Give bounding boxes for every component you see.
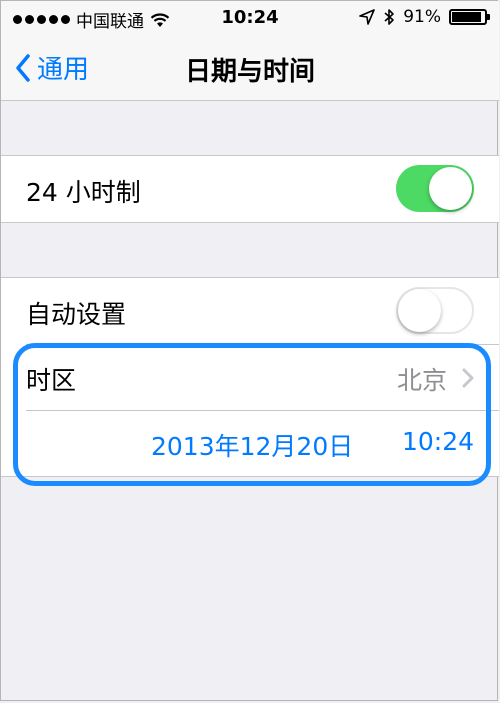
toggle-24hour[interactable] — [396, 165, 474, 212]
row-label-24hour: 24 小时制 — [26, 178, 141, 207]
location-arrow-icon — [359, 9, 376, 25]
toggle-knob — [429, 167, 472, 210]
battery-percent: 91% — [403, 7, 441, 27]
toggle-auto-set[interactable] — [396, 287, 474, 334]
battery-level — [452, 12, 481, 22]
page-title: 日期与时间 — [184, 57, 315, 87]
bluetooth-icon — [384, 9, 395, 25]
navigation-bar: 通用 日期与时间 — [1, 35, 499, 101]
status-bar: 中国联通 10:24 91% — [1, 1, 499, 35]
row-auto-set: 自动设置 — [1, 278, 499, 344]
battery-icon — [449, 9, 490, 25]
group-24hour: 24 小时制 — [1, 155, 499, 223]
status-right: 91% — [359, 7, 490, 27]
highlight-box — [13, 343, 491, 486]
row-24hour: 24 小时制 — [1, 156, 499, 222]
row-label-auto-set: 自动设置 — [26, 300, 127, 329]
toggle-knob — [398, 289, 441, 332]
